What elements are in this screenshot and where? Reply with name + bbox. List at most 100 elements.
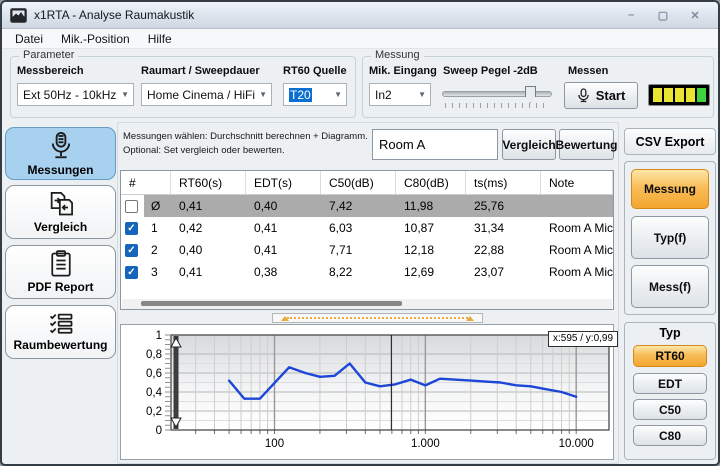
chevron-down-icon: ▼: [418, 90, 426, 99]
table-cell-c50: 8,22: [321, 261, 396, 283]
table-row[interactable]: ✓30,410,388,2212,6923,07Room A MicIn:: [121, 261, 613, 283]
app-window: x1RTA - Analyse Raumakustik – ▢ ✕ Datei …: [0, 0, 720, 466]
export-messf-label: Mess(f): [649, 280, 691, 294]
table-cell-ts: 23,07: [466, 261, 541, 283]
column-header: C50(dB): [321, 171, 396, 194]
table-cell-rt60: 0,41: [171, 261, 246, 283]
messbereich-combobox[interactable]: Ext 50Hz - 10kHz ▼: [17, 83, 134, 106]
table-cell-edt: 0,41: [246, 239, 321, 261]
sidebar-tab-messungen[interactable]: Messungen: [5, 127, 116, 180]
range-handle-left[interactable]: [281, 316, 289, 321]
vergleich-button-label: Vergleich: [502, 138, 555, 152]
microphone-icon: [48, 131, 74, 161]
row-id: 2: [144, 239, 171, 261]
column-header: RT60(s): [171, 171, 246, 194]
frequency-range-selector[interactable]: [272, 313, 483, 323]
table-body: Ø0,410,407,4211,9825,76✓10,420,416,0310,…: [121, 195, 613, 283]
level-meter-bar: [664, 88, 673, 102]
table-cell-rt60: 0,40: [171, 239, 246, 261]
row-id: 1: [144, 217, 171, 239]
menu-hilfe[interactable]: Hilfe: [139, 30, 181, 48]
bewertung-button-label: Bewertung: [556, 138, 618, 152]
messung-group-label: Messung: [371, 49, 424, 61]
row-id: 3: [144, 261, 171, 283]
column-header: EDT(s): [246, 171, 321, 194]
column-header: C80(dB): [396, 171, 466, 194]
typ-c50-label: C50: [659, 403, 681, 417]
table-horizontal-scrollbar[interactable]: [122, 299, 612, 309]
row-checkbox[interactable]: ✓: [125, 244, 138, 257]
svg-text:0,2: 0,2: [146, 406, 162, 418]
row-id: Ø: [144, 195, 171, 217]
parameter-group-label: Parameter: [19, 49, 78, 61]
table-row[interactable]: Ø0,410,407,4211,9825,76: [121, 195, 613, 217]
level-meter-bar: [697, 88, 706, 102]
menu-datei[interactable]: Datei: [6, 30, 52, 48]
sidebar-tab-pdf-report[interactable]: PDF Report: [5, 245, 116, 299]
close-button[interactable]: ✕: [686, 9, 704, 22]
app-icon: [10, 8, 27, 23]
messung-group: Messung Mik. Eingang Sweep Pegel -2dB Me…: [362, 56, 714, 118]
level-meter-bar: [653, 88, 662, 102]
table-cell-c50: 7,42: [321, 195, 396, 217]
sidebar-tab-vergleich[interactable]: Vergleich: [5, 185, 116, 239]
typ-edt-button[interactable]: EDT: [633, 373, 707, 394]
mik-eingang-combobox[interactable]: In2 ▼: [369, 83, 431, 106]
row-checkbox[interactable]: ✓: [125, 222, 138, 235]
clipboard-report-icon: [48, 250, 74, 278]
menu-mik-position[interactable]: Mik.-Position: [52, 30, 139, 48]
measurements-table: #RT60(s)EDT(s)C50(dB)C80(dB)ts(ms)Note Ø…: [120, 170, 614, 310]
mik-eingang-value: In2: [375, 88, 392, 102]
chart-panel: 10,80,60,40,201001.00010.000: [120, 324, 614, 460]
table-row[interactable]: ✓10,420,416,0310,8731,34Room A MicIn:: [121, 217, 613, 239]
table-cell-c80: 12,18: [396, 239, 466, 261]
slider-thumb[interactable]: [525, 86, 536, 103]
typ-rt60-button[interactable]: RT60: [633, 345, 707, 367]
svg-text:0: 0: [156, 425, 162, 437]
raumart-combobox[interactable]: Home Cinema / HiFi ▼: [141, 83, 272, 106]
minimize-button[interactable]: –: [622, 9, 640, 22]
table-cell-c80: 12,69: [396, 261, 466, 283]
export-messf-button[interactable]: Mess(f): [631, 265, 709, 308]
titlebar: x1RTA - Analyse Raumakustik – ▢ ✕: [2, 2, 718, 29]
rt60-quelle-combobox[interactable]: T20 ▼: [283, 83, 347, 106]
svg-text:0,6: 0,6: [146, 368, 162, 380]
messbereich-value: Ext 50Hz - 10kHz: [23, 88, 116, 102]
row-checkbox[interactable]: [125, 200, 138, 213]
table-cell-note: Room A MicIn:: [541, 261, 613, 283]
export-messung-button[interactable]: Messung: [631, 169, 709, 209]
room-name-input[interactable]: [372, 129, 498, 160]
messen-label: Messen: [568, 65, 608, 77]
csv-export-header[interactable]: CSV Export: [624, 128, 716, 155]
table-header-row: #RT60(s)EDT(s)C50(dB)C80(dB)ts(ms)Note: [121, 171, 613, 195]
instruction-line-2: Optional: Set vergleich oder bewerten.: [123, 144, 369, 158]
table-cell-note: [541, 195, 613, 217]
bewertung-button[interactable]: Bewertung: [559, 129, 614, 160]
row-checkbox[interactable]: ✓: [125, 266, 138, 279]
table-row[interactable]: ✓20,400,417,7112,1822,88Room A MicIn:: [121, 239, 613, 261]
rt60-quelle-label: RT60 Quelle: [283, 65, 347, 77]
csv-export-label: CSV Export: [636, 135, 705, 149]
parameter-group: Parameter Messbereich Raumart / Sweepdau…: [10, 56, 356, 118]
svg-text:10.000: 10.000: [559, 438, 594, 450]
typ-c80-button[interactable]: C80: [633, 425, 707, 446]
table-cell-note: Room A MicIn:: [541, 239, 613, 261]
rt60-frequency-chart[interactable]: 10,80,60,40,201001.00010.000: [121, 325, 613, 459]
export-typf-button[interactable]: Typ(f): [631, 216, 709, 259]
vergleich-button[interactable]: Vergleich: [502, 129, 556, 160]
export-messung-label: Messung: [644, 182, 696, 196]
maximize-button[interactable]: ▢: [654, 9, 672, 22]
start-button[interactable]: Start: [564, 82, 638, 109]
sweep-pegel-slider[interactable]: [442, 83, 552, 111]
typ-c50-button[interactable]: C50: [633, 399, 707, 420]
sweep-pegel-label: Sweep Pegel -2dB: [443, 65, 538, 77]
svg-text:1: 1: [156, 330, 162, 342]
tab-label: Raumbewertung: [13, 338, 107, 352]
sidebar-tab-raumbewertung[interactable]: Raumbewertung: [5, 305, 116, 359]
scrollbar-thumb[interactable]: [141, 301, 402, 306]
svg-text:1.000: 1.000: [411, 438, 440, 450]
raumart-label: Raumart / Sweepdauer: [141, 65, 260, 77]
raumart-value: Home Cinema / HiFi: [147, 88, 255, 102]
range-handle-right[interactable]: [466, 316, 474, 321]
rt60-quelle-value: T20: [289, 88, 312, 102]
